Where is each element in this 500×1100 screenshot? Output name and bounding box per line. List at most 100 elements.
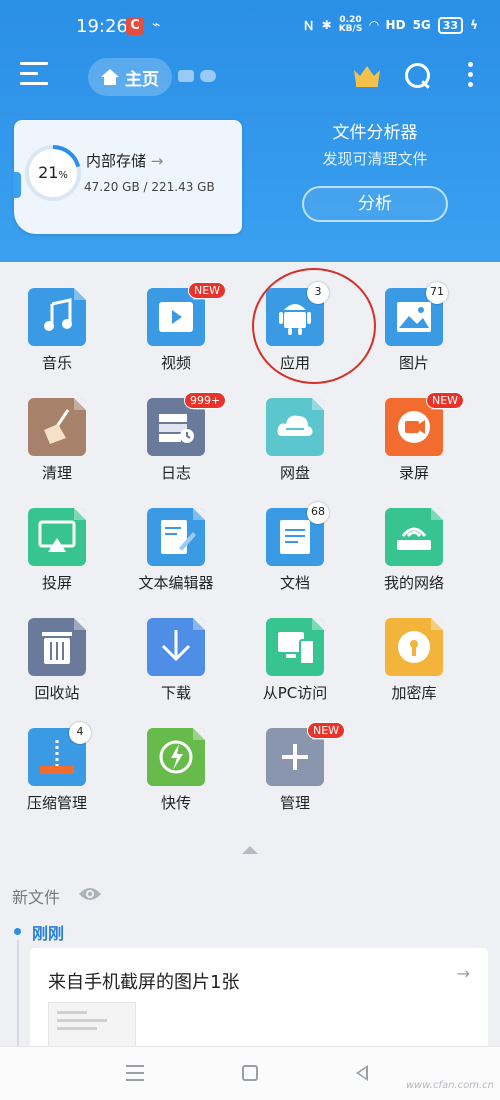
arrow-right-icon: →: [456, 964, 470, 983]
network-icon: [385, 508, 443, 566]
tile-label: 清理: [41, 464, 72, 482]
tile-label: 网盘: [279, 464, 310, 482]
app-notification-icon: C: [126, 17, 144, 35]
tile-download[interactable]: 下载: [126, 610, 226, 710]
screenshot-thumbnail[interactable]: [48, 1002, 136, 1048]
tile-trash[interactable]: 回收站: [7, 610, 107, 710]
home-tab[interactable]: 主页: [88, 58, 172, 96]
tile-cloud[interactable]: 网盘: [245, 390, 345, 490]
search-icon[interactable]: [404, 62, 432, 90]
window-icon[interactable]: [178, 70, 194, 82]
cast-icon: [28, 508, 86, 566]
music-icon: [28, 288, 86, 346]
nfc-icon: Ｎ: [302, 18, 315, 33]
arrow-right-icon: →: [150, 152, 164, 170]
lock-icon: [385, 618, 443, 676]
tile-document[interactable]: 文档 68: [245, 500, 345, 600]
tile-label: 录屏: [398, 464, 429, 482]
watermark: www.cfan.com.cn: [405, 1080, 494, 1091]
tile-label: 文本编辑器: [138, 574, 214, 592]
net-speed-unit: KB/S: [338, 24, 363, 34]
eye-icon[interactable]: [78, 886, 102, 902]
crown-icon[interactable]: [352, 64, 382, 88]
battery-indicator: 33: [437, 16, 464, 34]
network-label: HD: [385, 18, 406, 32]
system-nav-bar: [0, 1046, 500, 1100]
recent-files-title: 新文件: [12, 888, 61, 907]
tile-label: 音乐: [41, 354, 72, 372]
tile-add[interactable]: 管理 NEW: [245, 720, 346, 820]
storage-percent: 21%: [38, 163, 68, 182]
menu-icon[interactable]: [20, 62, 48, 88]
cloud-icon: [266, 398, 324, 456]
tile-editor[interactable]: 文本编辑器: [126, 500, 226, 600]
tile-badge: NEW: [307, 722, 346, 739]
tile-label: 图片: [398, 354, 429, 372]
wifi-icon: ◠: [369, 18, 379, 32]
timeline-line: [17, 940, 19, 1050]
tile-label: 日志: [160, 464, 191, 482]
tile-record[interactable]: 录屏 NEW: [364, 390, 465, 490]
analyzer-subtitle: 发现可清理文件: [322, 150, 428, 168]
storage-usage: 47.20 GB / 221.43 GB: [84, 180, 215, 194]
tile-badge: NEW: [426, 392, 465, 409]
tile-label: 加密库: [391, 684, 437, 702]
tile-network[interactable]: 我的网络: [364, 500, 464, 600]
recent-card-title: 来自手机截屏的图片1张: [48, 972, 240, 993]
cloud-icon[interactable]: [200, 70, 216, 82]
collapse-arrow-icon[interactable]: [242, 846, 258, 854]
charging-icon: ϟ: [470, 18, 478, 32]
time-label: 刚刚: [32, 924, 65, 943]
tile-image[interactable]: 图片 71: [364, 280, 464, 380]
signal-label: 5G: [412, 18, 431, 32]
editor-icon: [147, 508, 205, 566]
trash-icon: [28, 618, 86, 676]
tile-transfer[interactable]: 快传: [126, 720, 226, 820]
tile-pc-access[interactable]: 从PC访问: [245, 610, 345, 710]
pc-access-icon: [266, 618, 324, 676]
tile-zip[interactable]: 压缩管理 4: [7, 720, 107, 820]
tile-label: 压缩管理: [26, 794, 87, 812]
storage-title: 内部存储 →: [86, 152, 164, 170]
tile-lock[interactable]: 加密库: [364, 610, 464, 710]
home-icon: [101, 69, 119, 85]
header: 19:26 C ⌁ Ｎ ✱ 0.20 KB/S ◠ HD 5G 33 ϟ 主页: [0, 0, 500, 262]
back-button[interactable]: [356, 1065, 368, 1081]
tile-label: 回收站: [34, 684, 80, 702]
status-time: 19:26: [76, 16, 128, 37]
more-icon[interactable]: [464, 62, 476, 90]
tile-music[interactable]: 音乐: [7, 280, 107, 380]
analyzer-title: 文件分析器: [332, 123, 418, 143]
tile-label: 我的网络: [383, 574, 444, 592]
broom-icon: [28, 398, 86, 456]
analyze-button[interactable]: 分析: [302, 186, 448, 222]
tile-label: 投屏: [41, 574, 72, 592]
tile-badge: 999+: [184, 392, 227, 409]
timeline-dot: [14, 928, 21, 935]
recent-apps-button[interactable]: [126, 1065, 144, 1086]
tile-badge: 71: [426, 282, 448, 304]
home-label: 主页: [125, 69, 159, 90]
storage-card[interactable]: 21% 内部存储 → 47.20 GB / 221.43 GB: [13, 120, 242, 234]
home-button[interactable]: [242, 1065, 258, 1081]
tile-label: 管理: [279, 794, 310, 812]
tile-label: 下载: [160, 684, 191, 702]
net-speed: 0.20 KB/S: [339, 16, 363, 34]
transfer-icon: [147, 728, 205, 786]
tile-log[interactable]: 日志 999+: [126, 390, 227, 490]
tile-label: 快传: [160, 794, 191, 812]
tile-badge: 4: [69, 722, 91, 744]
tile-badge: NEW: [188, 282, 227, 299]
download-icon: [147, 618, 205, 676]
tile-label: 文档: [279, 574, 310, 592]
tile-label: 从PC访问: [262, 684, 328, 702]
bluetooth-icon: ✱: [321, 18, 332, 32]
recent-card[interactable]: 来自手机截屏的图片1张 →: [30, 948, 488, 1048]
usb-icon: ⌁: [152, 17, 161, 33]
tile-video[interactable]: 视频 NEW: [126, 280, 227, 380]
status-bar: 19:26 C ⌁ Ｎ ✱ 0.20 KB/S ◠ HD 5G 33 ϟ: [0, 0, 500, 52]
highlight-circle: [252, 268, 376, 384]
tile-cast[interactable]: 投屏: [7, 500, 107, 600]
tile-broom[interactable]: 清理: [7, 390, 107, 490]
status-right: Ｎ ✱ 0.20 KB/S ◠ HD 5G 33 ϟ: [303, 16, 478, 34]
